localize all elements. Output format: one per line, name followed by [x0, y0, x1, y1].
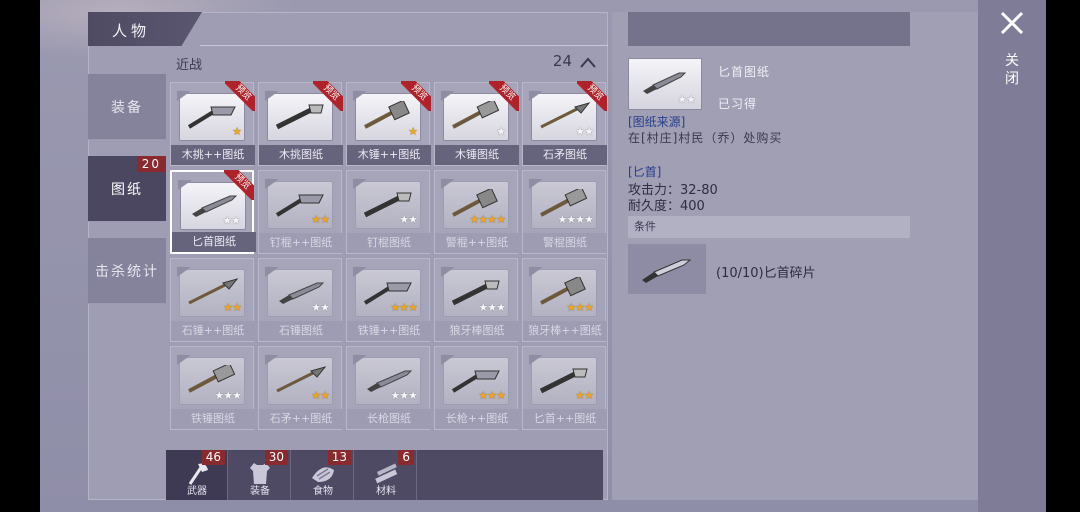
screen-bezel-right: [1046, 0, 1080, 512]
category-label: 近战: [176, 58, 203, 73]
blueprint-label: 警棍++图纸: [435, 233, 519, 253]
rarity-stars: ★★: [223, 301, 242, 314]
blueprint-item[interactable]: ★★★ 铁锤++图纸: [346, 258, 431, 342]
dagger-fragment-icon: [642, 259, 692, 283]
blueprint-item[interactable]: ★ 预览木挑++图纸: [170, 81, 255, 166]
blueprint-label: 石矛图纸: [523, 145, 607, 165]
rarity-stars: ★★: [222, 214, 241, 227]
rarity-stars: ★★: [575, 389, 594, 402]
rarity-stars: ★★: [311, 389, 330, 402]
blueprint-label: 木挑++图纸: [171, 145, 255, 165]
blueprint-item[interactable]: ★★ 石矛++图纸: [258, 346, 343, 430]
tab-food[interactable]: 食物 13: [292, 450, 354, 500]
rarity-stars: ★★★: [478, 301, 506, 314]
rarity-stars: ★: [408, 125, 418, 138]
page-title: 人物: [112, 22, 151, 40]
blueprint-item[interactable]: ★★ 钉棍++图纸: [258, 170, 343, 254]
learned-status: 已习得: [718, 97, 758, 111]
blueprint-item[interactable]: ★★★ 长枪++图纸: [434, 346, 519, 430]
blueprint-item[interactable]: 预览木挑图纸: [258, 81, 343, 166]
blueprint-label: 长枪++图纸: [435, 409, 519, 429]
blueprint-list[interactable]: 近战 24 ★ 预览 木挑++图纸 预览 木挑图纸 ★ 预览 木锤++图纸 ★ 预览 木锤图纸 ★★ 预…: [166, 46, 608, 450]
tab-weapons[interactable]: 武器 46: [166, 450, 228, 500]
rarity-stars: ★★: [311, 213, 330, 226]
rarity-stars: ★: [232, 125, 242, 138]
blueprint-item[interactable]: ★★★ 狼牙棒++图纸: [522, 258, 607, 342]
rarity-stars: ★★: [399, 213, 418, 226]
material-requirement: (10/10)匕首碎片: [716, 266, 816, 281]
blueprint-label: 匕首图纸: [172, 232, 256, 252]
preview-ribbon: 预览: [224, 170, 254, 200]
source-heading: [图纸来源]: [628, 115, 686, 129]
rarity-stars: ★★★: [390, 389, 418, 402]
tab-equipment[interactable]: 装备: [88, 74, 166, 140]
blueprint-label: 石锤图纸: [259, 321, 343, 341]
blueprint-count-badge: 20: [136, 156, 166, 172]
rarity-stars: ★★★: [390, 301, 418, 314]
rarity-stars: ★★★: [566, 301, 594, 314]
material-slot: [628, 244, 706, 294]
tab-blueprints[interactable]: 图纸 20: [88, 156, 166, 222]
blueprint-item[interactable]: ★★ 钉棍图纸: [346, 170, 431, 254]
blueprint-item[interactable]: ★★★★ 警棍++图纸: [434, 170, 519, 254]
condition-heading: 条件: [628, 216, 910, 238]
blueprint-label: 石锤++图纸: [171, 321, 255, 341]
blueprint-label: 匕首++图纸: [523, 409, 607, 429]
selected-blueprint-card: ★★: [628, 58, 702, 110]
blueprint-item[interactable]: ★ 预览木锤图纸: [434, 81, 519, 166]
blueprint-item[interactable]: ★★★★ 警棍图纸: [522, 170, 607, 254]
blueprint-label: 木挑图纸: [259, 145, 343, 165]
category-count: 24: [552, 52, 572, 70]
blueprint-label: 长枪图纸: [347, 409, 431, 429]
screen-bezel-left: [0, 0, 40, 512]
rarity-stars: ★: [496, 125, 506, 138]
blueprint-label: 狼牙棒++图纸: [523, 321, 607, 341]
preview-ribbon: 预览: [225, 81, 255, 111]
rarity-stars: ★★★★: [469, 213, 506, 226]
blueprint-label: 狼牙棒图纸: [435, 321, 519, 341]
source-text: 在[村庄]村民（乔）处购买: [628, 131, 783, 145]
blueprint-label: 铁锤图纸: [171, 409, 255, 429]
close-button[interactable]: 关闭: [1004, 52, 1020, 88]
preview-ribbon: 预览: [489, 81, 519, 111]
blueprint-label: 警棍图纸: [523, 233, 607, 253]
blueprint-item[interactable]: ★★ 匕首++图纸: [522, 346, 607, 430]
blueprint-label: 木锤图纸: [435, 145, 519, 165]
dagger-icon: [643, 72, 687, 94]
rarity-stars: ★★★: [214, 389, 242, 402]
blueprint-item[interactable]: ★ 预览木锤++图纸: [346, 81, 431, 166]
blueprint-item[interactable]: ★★★ 铁锤图纸: [170, 346, 255, 430]
close-icon[interactable]: [997, 8, 1027, 38]
blueprint-label: 钉棍++图纸: [259, 233, 343, 253]
game-screen: 人物 装备 图纸 20 击杀统计 近战 24 ★ 预览 木挑++图纸 预览 木挑图纸 ★ 预览…: [0, 0, 1080, 512]
rarity-stars: ★★★★: [557, 213, 594, 226]
rarity-stars: ★★★: [478, 389, 506, 402]
preview-ribbon: 预览: [313, 81, 343, 111]
rarity-stars: ★★: [677, 93, 696, 106]
blueprint-item[interactable]: ★★★ 长枪图纸: [346, 346, 431, 430]
blueprint-label: 钉棍图纸: [347, 233, 431, 253]
detail-name: 匕首图纸: [718, 65, 771, 79]
preview-ribbon: 预览: [577, 81, 607, 111]
item-heading: [匕首]: [628, 165, 662, 179]
inventory-category-bar: 武器 46 装备 30 食物 13 材料 6: [166, 450, 603, 500]
blueprint-label: 石矛++图纸: [259, 409, 343, 429]
rarity-stars: ★★: [575, 125, 594, 138]
blueprint-item[interactable]: ★★ 预览石矛图纸: [522, 81, 607, 166]
blueprint-item[interactable]: ★★ 石锤++图纸: [170, 258, 255, 342]
tab-materials[interactable]: 材料 6: [355, 450, 417, 500]
blueprint-item[interactable]: ★★★ 狼牙棒图纸: [434, 258, 519, 342]
blueprint-item[interactable]: ★★ 预览匕首图纸: [170, 170, 256, 254]
blueprint-label: 木锤++图纸: [347, 145, 431, 165]
tab-kill-stats[interactable]: 击杀统计: [88, 238, 166, 304]
blueprint-label: 铁锤++图纸: [347, 321, 431, 341]
chevron-up-icon[interactable]: [580, 55, 596, 71]
blueprint-item[interactable]: ★★ 石锤图纸: [258, 258, 343, 342]
durability-stat: 耐久度：400: [628, 199, 705, 214]
preview-ribbon: 预览: [401, 81, 431, 111]
category-header[interactable]: 近战 24: [166, 46, 608, 76]
rarity-stars: ★★: [311, 301, 330, 314]
tab-gear[interactable]: 装备 30: [229, 450, 291, 500]
detail-header-bar: [628, 12, 910, 46]
